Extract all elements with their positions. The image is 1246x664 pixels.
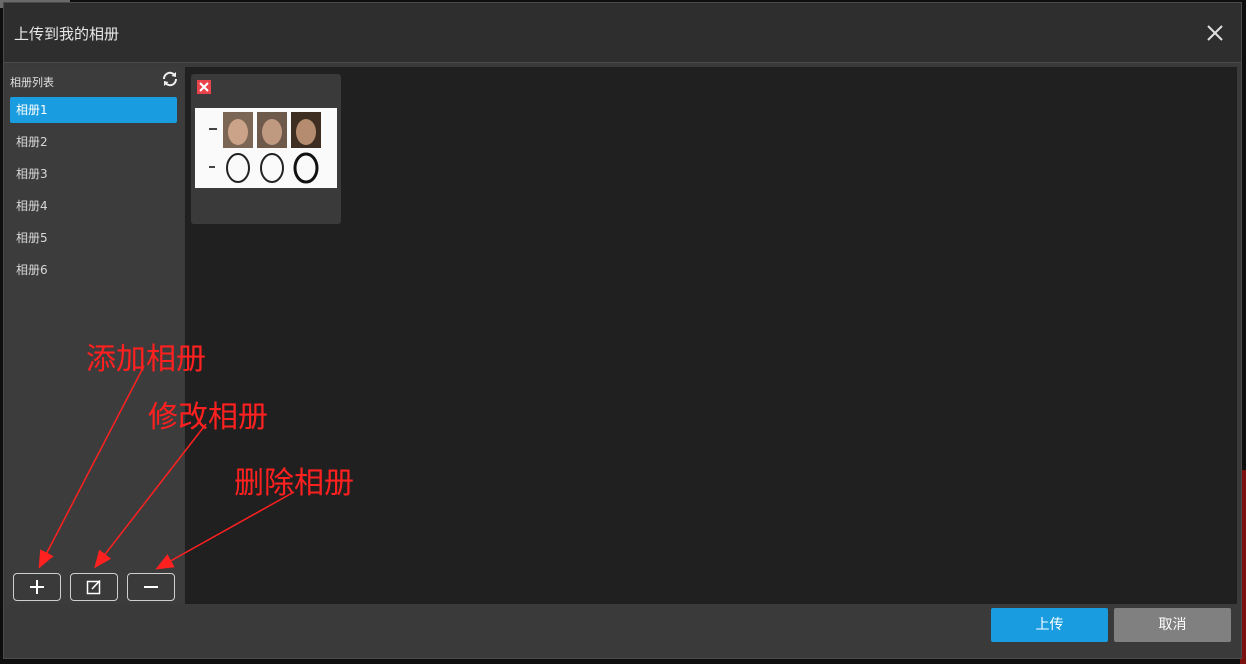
annotation-edit-album: 修改相册 bbox=[148, 400, 268, 435]
album-item-4[interactable]: 相册4 bbox=[10, 193, 177, 219]
close-button[interactable] bbox=[1203, 21, 1227, 45]
dialog-titlebar: 上传到我的相册 bbox=[4, 3, 1241, 63]
album-item-5[interactable]: 相册5 bbox=[10, 225, 177, 251]
face-sketch-image bbox=[195, 108, 337, 188]
add-album-button[interactable] bbox=[13, 573, 61, 601]
album-item-6[interactable]: 相册6 bbox=[10, 257, 177, 283]
upload-dialog: 上传到我的相册 相册列表 相册1 相册2 相册3 相册4 相册5 相册6 上传 … bbox=[3, 2, 1242, 659]
photo-thumbnail-card[interactable] bbox=[191, 74, 341, 224]
album-item-1[interactable]: 相册1 bbox=[10, 97, 177, 123]
photo-thumbnail-image bbox=[195, 108, 337, 188]
minus-icon bbox=[144, 586, 158, 588]
photo-grid bbox=[185, 67, 1237, 604]
annotation-delete-album: 删除相册 bbox=[234, 466, 354, 501]
plus-icon bbox=[30, 580, 44, 594]
cancel-button[interactable]: 取消 bbox=[1114, 608, 1231, 642]
upload-button[interactable]: 上传 bbox=[991, 608, 1108, 642]
dialog-title: 上传到我的相册 bbox=[14, 25, 120, 43]
album-list-header: 相册列表 bbox=[10, 76, 54, 89]
close-icon bbox=[1207, 25, 1223, 41]
album-list: 相册1 相册2 相册3 相册4 相册5 相册6 bbox=[10, 97, 177, 289]
refresh-icon bbox=[162, 71, 178, 87]
edit-album-button[interactable] bbox=[70, 573, 118, 601]
album-item-3[interactable]: 相册3 bbox=[10, 161, 177, 187]
edit-icon bbox=[86, 579, 101, 595]
remove-photo-button[interactable] bbox=[197, 80, 211, 94]
refresh-button[interactable] bbox=[159, 68, 181, 90]
remove-icon bbox=[199, 82, 209, 92]
album-item-2[interactable]: 相册2 bbox=[10, 129, 177, 155]
annotation-add-album: 添加相册 bbox=[86, 342, 206, 377]
delete-album-button[interactable] bbox=[127, 573, 175, 601]
